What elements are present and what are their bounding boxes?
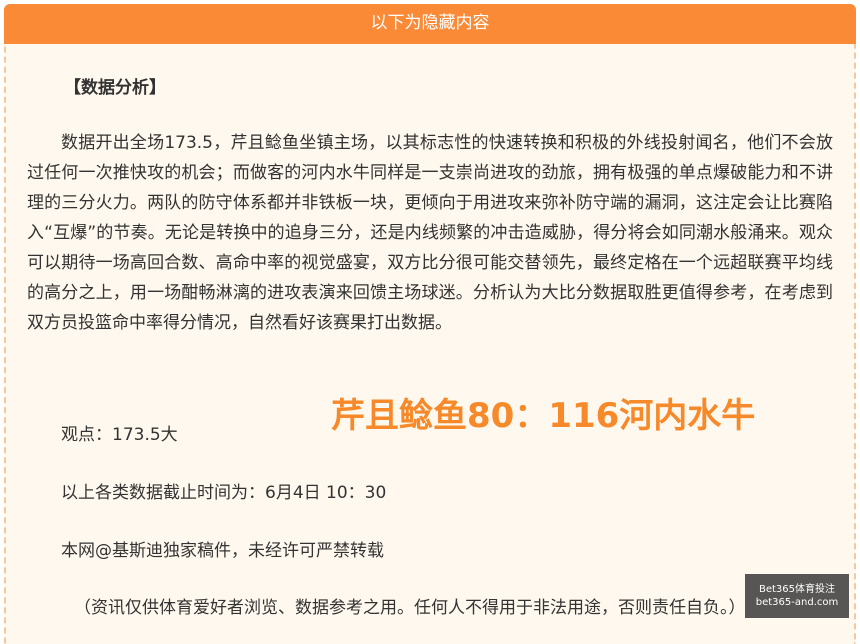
copyright-notice: 本网@基斯迪独家稿件，未经许可严禁转载 xyxy=(61,541,384,561)
viewpoint-text: 观点：173.5大 xyxy=(61,425,178,445)
cutoff-time-text: 以上各类数据截止时间为：6月4日 10：30 xyxy=(61,483,387,503)
watermark-line-2: bet365-and.com xyxy=(755,597,839,608)
section-heading: 【数据分析】 xyxy=(64,78,166,98)
predicted-score: 芹且鲶鱼80：116河内水牛 xyxy=(331,396,756,436)
analysis-paragraph: 数据开出全场173.5，芹且鲶鱼坐镇主场，以其标志性的快速转换和积极的外线投射闻… xyxy=(27,133,833,333)
panel-header-title: 以下为隐藏内容 xyxy=(370,13,490,33)
watermark-line-1: Bet365体育投注 xyxy=(758,584,836,595)
disclaimer-text: （资讯仅供体育爱好者浏览、数据参考之用。任何人不得用于非法用途，否则责任自负。） xyxy=(74,598,746,618)
panel-header: 以下为隐藏内容 xyxy=(4,4,856,44)
site-watermark: Bet365体育投注 bet365-and.com xyxy=(745,574,849,618)
